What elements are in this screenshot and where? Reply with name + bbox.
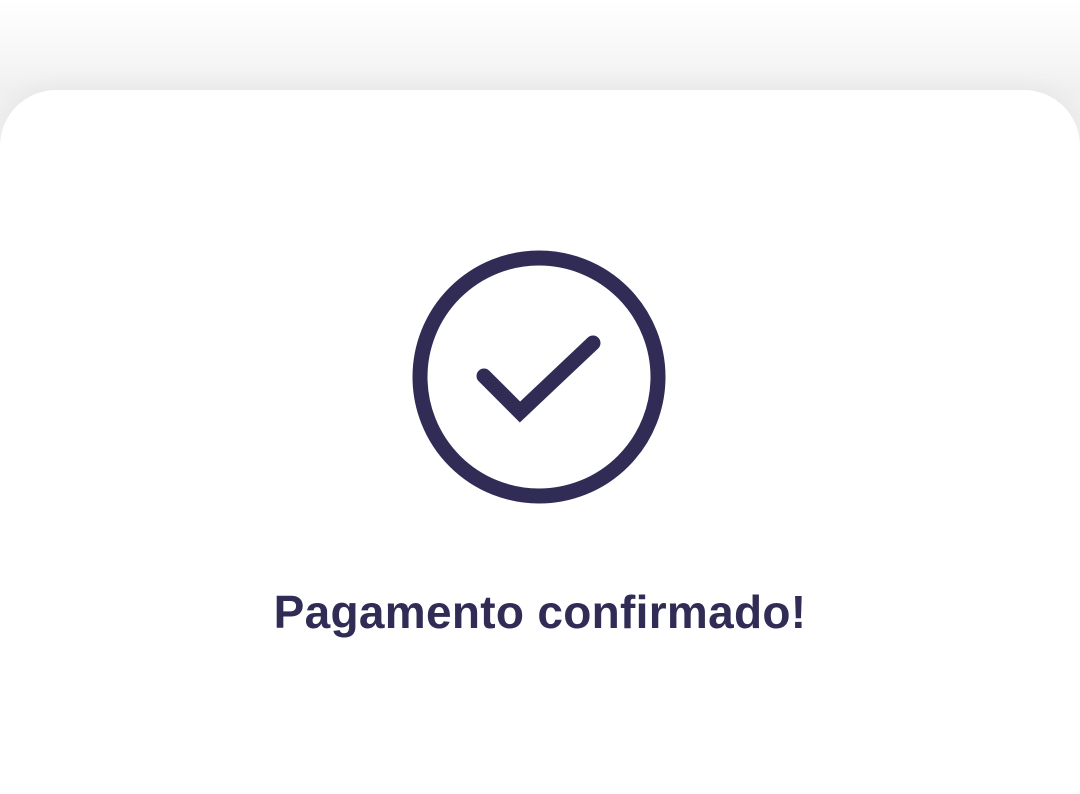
- confirmation-title: Pagamento confirmado!: [273, 586, 807, 638]
- checkmark: [476, 335, 601, 423]
- check-circle-ring: [412, 250, 666, 504]
- confirmation-sheet: Pagamento confirmado!: [0, 90, 1080, 794]
- check-circle-icon: [411, 249, 667, 505]
